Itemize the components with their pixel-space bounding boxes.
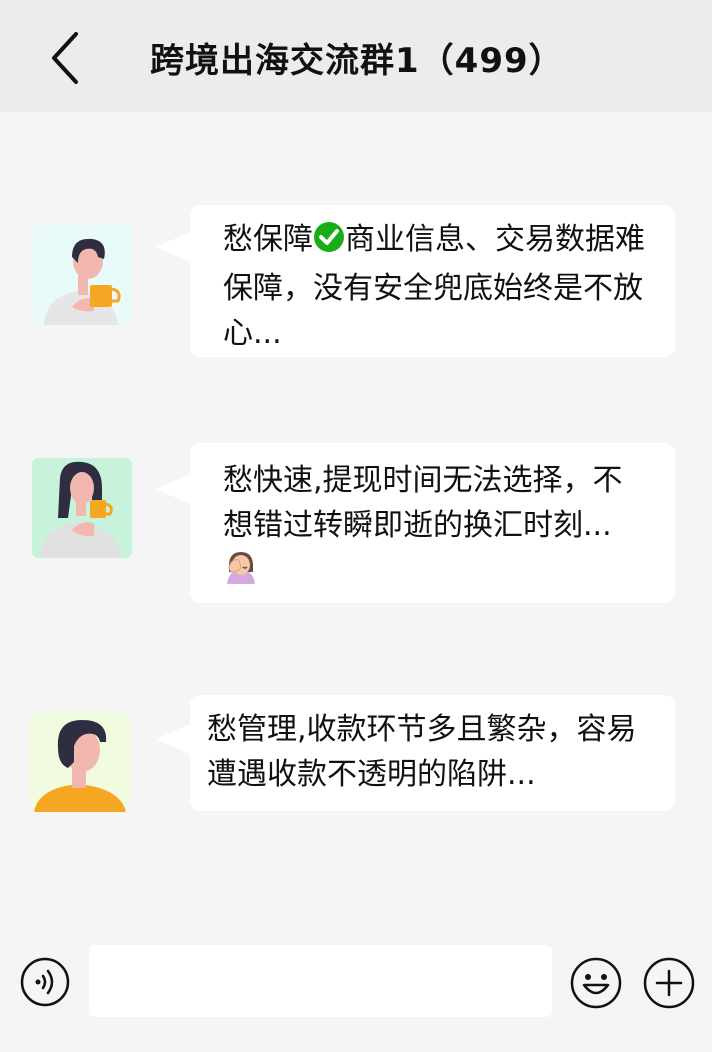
back-button[interactable] — [40, 28, 92, 88]
check-circle-icon — [313, 221, 345, 266]
message-input[interactable] — [89, 945, 552, 1017]
input-bar — [0, 940, 712, 1025]
message-text: 愁保障 商业信息、交易数据难保障，没有安全兜底始终是不放心... — [223, 221, 645, 351]
bubble-tail — [156, 473, 192, 505]
message-text: 愁快速,提现时间无法选择，不想错过转瞬即逝的换汇时刻... — [223, 458, 645, 597]
avatar-woman-holding-mug-icon — [32, 458, 132, 558]
voice-button[interactable] — [20, 957, 70, 1007]
avatar-man-holding-mug-icon — [32, 225, 132, 325]
avatar[interactable] — [32, 225, 132, 325]
facepalm-emoji-icon — [223, 550, 259, 597]
bubble-tail — [156, 231, 192, 263]
chat-title: 跨境出海交流群1（499） — [150, 41, 564, 81]
plus-button[interactable] — [643, 957, 695, 1009]
bubble-tail — [156, 723, 192, 755]
avatar[interactable] — [30, 712, 130, 812]
avatar[interactable] — [32, 458, 132, 558]
message-text: 愁管理,收款环节多且繁杂，容易遭遇收款不透明的陷阱... — [207, 712, 637, 792]
message-bubble[interactable]: 愁保障 商业信息、交易数据难保障，没有安全兜底始终是不放心... — [156, 205, 675, 357]
chat-header: 跨境出海交流群1（499） — [0, 0, 712, 112]
emoji-button[interactable] — [570, 957, 622, 1009]
smiley-icon — [570, 957, 622, 1009]
message-row: 愁快速,提现时间无法选择，不想错过转瞬即逝的换汇时刻... — [0, 443, 712, 608]
voice-icon — [20, 957, 70, 1007]
message-row: 愁保障 商业信息、交易数据难保障，没有安全兜底始终是不放心... — [0, 205, 712, 360]
avatar-man-orange-shirt-icon — [30, 712, 130, 812]
plus-circle-icon — [643, 957, 695, 1009]
message-bubble[interactable]: 愁快速,提现时间无法选择，不想错过转瞬即逝的换汇时刻... — [156, 443, 675, 603]
message-bubble[interactable]: 愁管理,收款环节多且繁杂，容易遭遇收款不透明的陷阱... — [156, 695, 675, 811]
chevron-left-icon — [52, 32, 78, 84]
message-row: 愁管理,收款环节多且繁杂，容易遭遇收款不透明的陷阱... — [0, 695, 712, 815]
